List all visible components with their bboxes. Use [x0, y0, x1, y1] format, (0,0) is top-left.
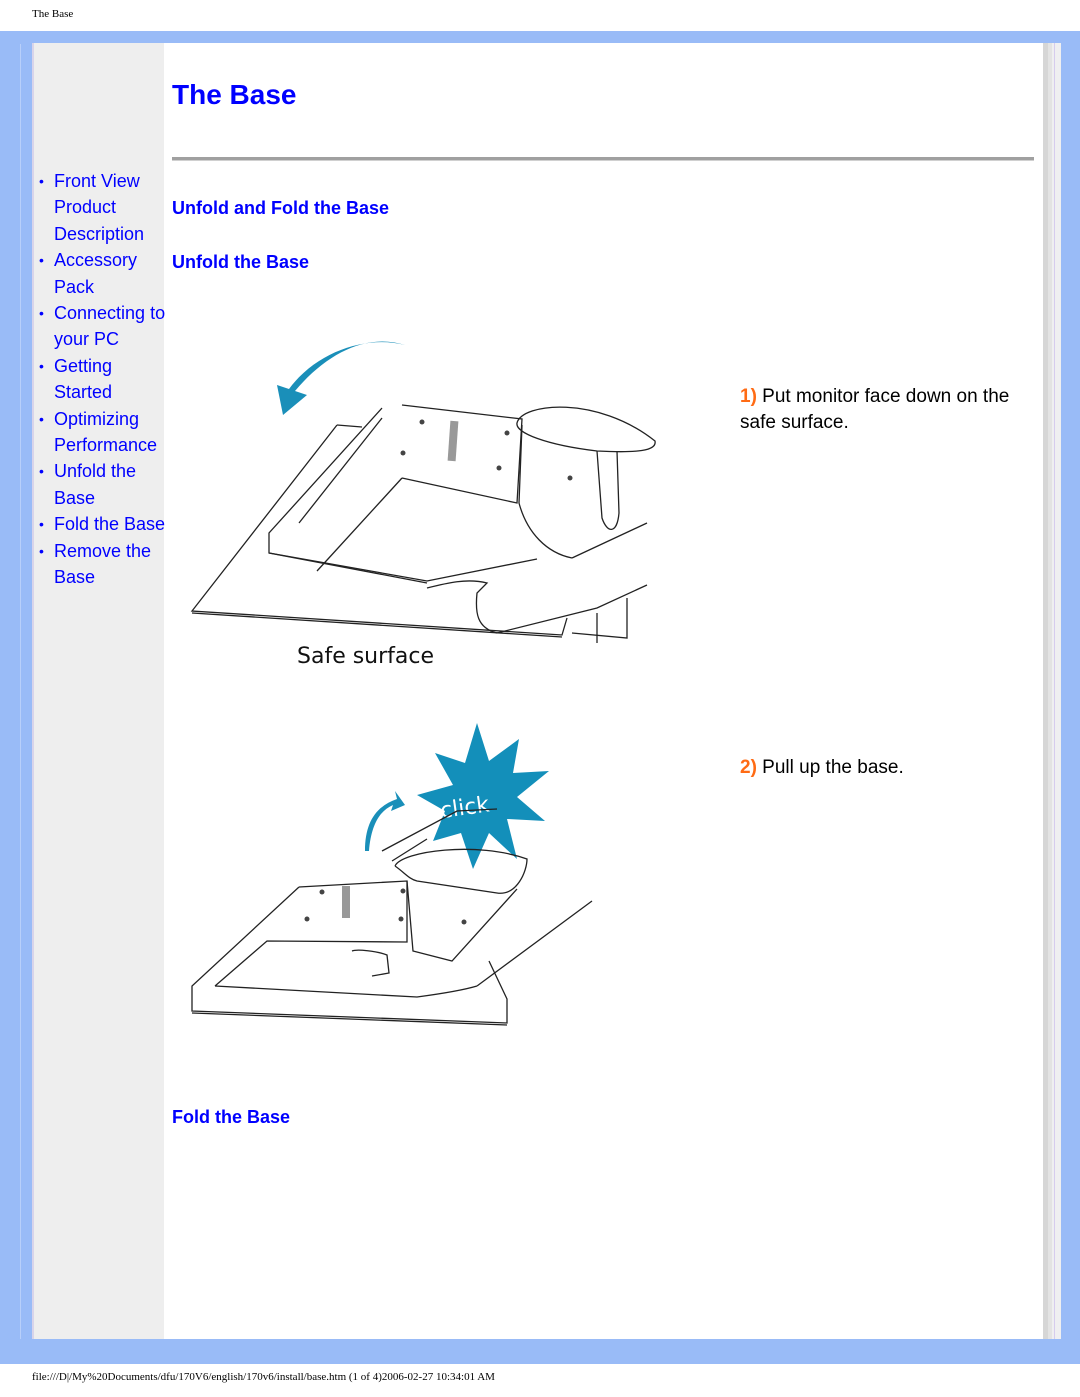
sidebar-item-front-view[interactable]: • Front View Product Description [34, 168, 166, 247]
step-text: Put monitor face down on the safe surfac… [740, 386, 1010, 433]
sidebar-item-remove-base[interactable]: • Remove the Base [34, 538, 166, 591]
bullet-icon: • [39, 305, 44, 322]
frame-divider [20, 44, 21, 1339]
gutter-stripe [1054, 43, 1055, 1339]
browser-page-header: The Base [32, 8, 74, 20]
browser-footer-path: file:///D|/My%20Documents/dfu/170V6/engl… [32, 1371, 495, 1383]
bullet-icon: • [39, 173, 44, 189]
step-number: 2) [740, 757, 757, 778]
safe-surface-outline [190, 424, 568, 636]
bullet-icon: • [39, 542, 44, 559]
sidebar-item-accessory-pack[interactable]: • Accessory Pack [34, 247, 166, 300]
sidebar-link[interactable]: Getting Started [54, 356, 112, 402]
sidebar-link[interactable]: Remove the Base [54, 541, 151, 587]
bullet-icon: • [39, 463, 44, 480]
bullet-icon: • [39, 516, 44, 533]
illustration-monitor-face-down: Safe surface [190, 341, 656, 669]
sidebar-item-optimizing[interactable]: • Optimizing Performance [34, 406, 166, 459]
sidebar-link[interactable]: Front View Product Description [54, 171, 144, 244]
bullet-icon: • [39, 410, 44, 427]
safe-surface-caption: Safe surface [297, 644, 434, 669]
sidebar-item-connecting[interactable]: • Connecting to your PC [34, 300, 166, 353]
sidebar: • Front View Product Description • Accesso… [32, 43, 166, 1339]
sidebar-link[interactable]: Connecting to your PC [54, 303, 165, 349]
fold-heading: Fold the Base [172, 1107, 291, 1127]
illustration-pull-up-base: click [191, 723, 593, 1026]
step-2: 2) Pull up the base. [740, 755, 1020, 781]
sidebar-link[interactable]: Accessory Pack [54, 250, 137, 296]
page-body: • Front View Product Description • Accesso… [32, 43, 1061, 1339]
sidebar-nav: • Front View Product Description • Accesso… [34, 168, 166, 591]
unfold-heading: Unfold the Base [172, 252, 310, 272]
page-title: The Base [172, 79, 297, 110]
divider [172, 157, 1034, 161]
rotate-arrow-icon [277, 341, 405, 415]
section-heading: Unfold and Fold the Base [172, 198, 390, 218]
sidebar-item-getting-started[interactable]: • Getting Started [34, 353, 166, 406]
sidebar-link[interactable]: Optimizing Performance [54, 409, 157, 455]
sidebar-link[interactable]: Fold the Base [54, 514, 165, 534]
bullet-icon: • [39, 357, 44, 374]
step-text: Pull up the base. [756, 757, 904, 778]
gutter-stripe [1048, 43, 1052, 1339]
bullet-icon: • [39, 252, 44, 269]
step-number: 1) [740, 386, 757, 407]
sidebar-item-fold-base[interactable]: • Fold the Base [34, 511, 166, 537]
step-1: 1) Put monitor face down on the safe sur… [740, 384, 1020, 436]
sidebar-link[interactable]: Unfold the Base [54, 461, 136, 507]
page-frame: • Front View Product Description • Accesso… [0, 31, 1080, 1364]
sidebar-item-unfold-base[interactable]: • Unfold the Base [34, 458, 166, 511]
right-gutter [1043, 43, 1061, 1339]
